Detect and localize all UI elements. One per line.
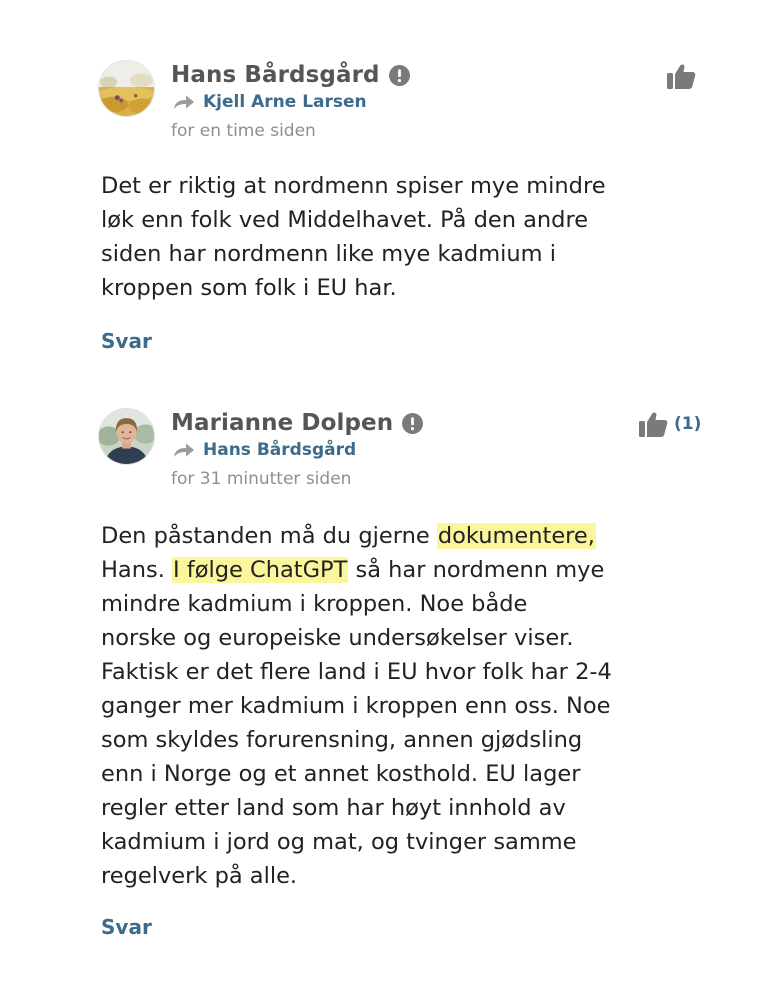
body-line: norske og europeiske undersøkelser viser… bbox=[101, 625, 574, 651]
highlighted-text: dokumentere, bbox=[436, 523, 596, 549]
body-line: kadmium i jord og mat, og tvinger samme bbox=[101, 829, 577, 855]
body-line: regelverk på alle. bbox=[101, 863, 298, 889]
thumbs-up-icon bbox=[638, 410, 668, 438]
body-line: Det er riktig at nordmenn spiser mye min… bbox=[101, 173, 606, 199]
info-icon[interactable] bbox=[402, 412, 424, 434]
body-line: Faktisk er det flere land i EU hvor folk… bbox=[101, 659, 612, 685]
body-line: som skyldes forurensning, annen gjødslin… bbox=[101, 727, 583, 753]
reply-to-name[interactable]: Hans Bårdsgård bbox=[203, 440, 356, 460]
like-button[interactable] bbox=[666, 62, 696, 90]
body-text-segment: Den påstanden må du gjerne bbox=[101, 523, 437, 549]
timestamp: for en time siden bbox=[171, 121, 316, 141]
body-line: regler etter land som har høyt innhold a… bbox=[101, 795, 566, 821]
body-line: Den påstanden må du gjerne dokumentere, bbox=[101, 519, 661, 553]
body-line: løk enn folk ved Middelhavet. På den and… bbox=[101, 207, 589, 233]
thumbs-up-icon bbox=[666, 62, 696, 90]
body-line: ganger mer kadmium i kroppen enn oss. No… bbox=[101, 693, 611, 719]
like-count: (1) bbox=[674, 414, 702, 434]
avatar-landscape-image bbox=[99, 61, 154, 116]
reply-arrow-icon bbox=[173, 94, 195, 110]
comment-body: Den påstanden må du gjerne dokumentere, … bbox=[101, 519, 661, 893]
highlighted-text: I følge ChatGPT bbox=[172, 557, 349, 583]
reply-to: Hans Bårdsgård bbox=[173, 438, 356, 462]
reply-to-name[interactable]: Kjell Arne Larsen bbox=[203, 92, 367, 112]
body-text-segment: Hans. bbox=[101, 557, 172, 583]
body-line: enn i Norge og et annet kosthold. EU lag… bbox=[101, 761, 581, 787]
timestamp: for 31 minutter siden bbox=[171, 469, 352, 489]
author-row: Hans Bårdsgård bbox=[171, 60, 410, 90]
body-text-segment: så har nordmenn mye bbox=[348, 557, 605, 583]
avatar-person-image bbox=[99, 409, 154, 464]
reply-to: Kjell Arne Larsen bbox=[173, 90, 367, 114]
avatar[interactable] bbox=[98, 408, 155, 465]
reply-button[interactable]: Svar bbox=[101, 915, 152, 939]
body-line: siden har nordmenn like mye kadmium i bbox=[101, 241, 556, 267]
body-line: kroppen som folk i EU har. bbox=[101, 275, 397, 301]
comment-body: Det er riktig at nordmenn spiser mye min… bbox=[101, 169, 661, 305]
info-icon[interactable] bbox=[388, 64, 410, 86]
body-line: mindre kadmium i kroppen. Noe både bbox=[101, 591, 528, 617]
body-line: Hans. I følge ChatGPT så har nordmenn my… bbox=[101, 553, 661, 587]
reply-arrow-icon bbox=[173, 442, 195, 458]
like-button[interactable]: (1) bbox=[638, 410, 701, 438]
reply-button[interactable]: Svar bbox=[101, 329, 152, 353]
author-name[interactable]: Hans Bårdsgård bbox=[171, 62, 380, 88]
author-name[interactable]: Marianne Dolpen bbox=[171, 410, 393, 436]
avatar[interactable] bbox=[98, 60, 155, 117]
author-row: Marianne Dolpen bbox=[171, 408, 424, 438]
